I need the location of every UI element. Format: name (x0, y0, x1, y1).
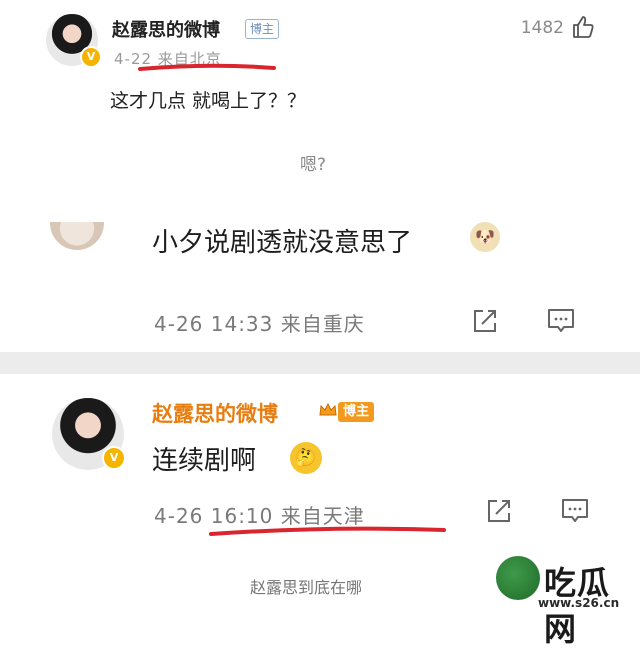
author-tag-post3: 博主 (338, 402, 375, 422)
author-name-post3[interactable]: 赵露思的微博 (152, 398, 278, 428)
post1-text: 这才几点 就喝上了？？ (110, 90, 307, 112)
watermelon-logo-icon (496, 556, 540, 600)
avatar-post3[interactable]: V (52, 398, 126, 470)
red-underline-1 (138, 63, 276, 71)
post3-text: 连续剧啊 (152, 446, 257, 476)
author-name-post1[interactable]: 赵露思的微博 (112, 16, 220, 42)
hmm-text: 嗯? (300, 155, 327, 175)
watermark-url: www.s26.cn (538, 596, 620, 610)
comment-icon[interactable] (560, 496, 590, 526)
like-count-post1: 1482 (520, 18, 564, 38)
share-icon[interactable] (484, 496, 514, 526)
thumbs-up-icon[interactable] (570, 14, 596, 40)
dog-emoji-icon: 🐶 (470, 222, 500, 252)
author-tag-post1: 博主 (245, 19, 280, 39)
share-icon[interactable] (470, 306, 500, 336)
comment-icon[interactable] (546, 306, 576, 336)
meta-post2: 4-26 14:33 来自重庆 (154, 312, 365, 336)
verified-v-icon: V (80, 46, 102, 68)
post2-text: 小夕说剧透就没意思了 (152, 228, 413, 258)
red-underline-2 (209, 526, 446, 536)
verified-v-icon: V (102, 446, 126, 470)
crown-icon (319, 402, 337, 416)
avatar-post1[interactable]: V (46, 14, 102, 68)
footer-caption: 赵露思到底在哪 (250, 578, 363, 597)
section-divider (0, 352, 640, 374)
thinking-emoji-icon: 🤔 (290, 442, 322, 474)
avatar-post2-cropped[interactable]: V (50, 222, 104, 250)
